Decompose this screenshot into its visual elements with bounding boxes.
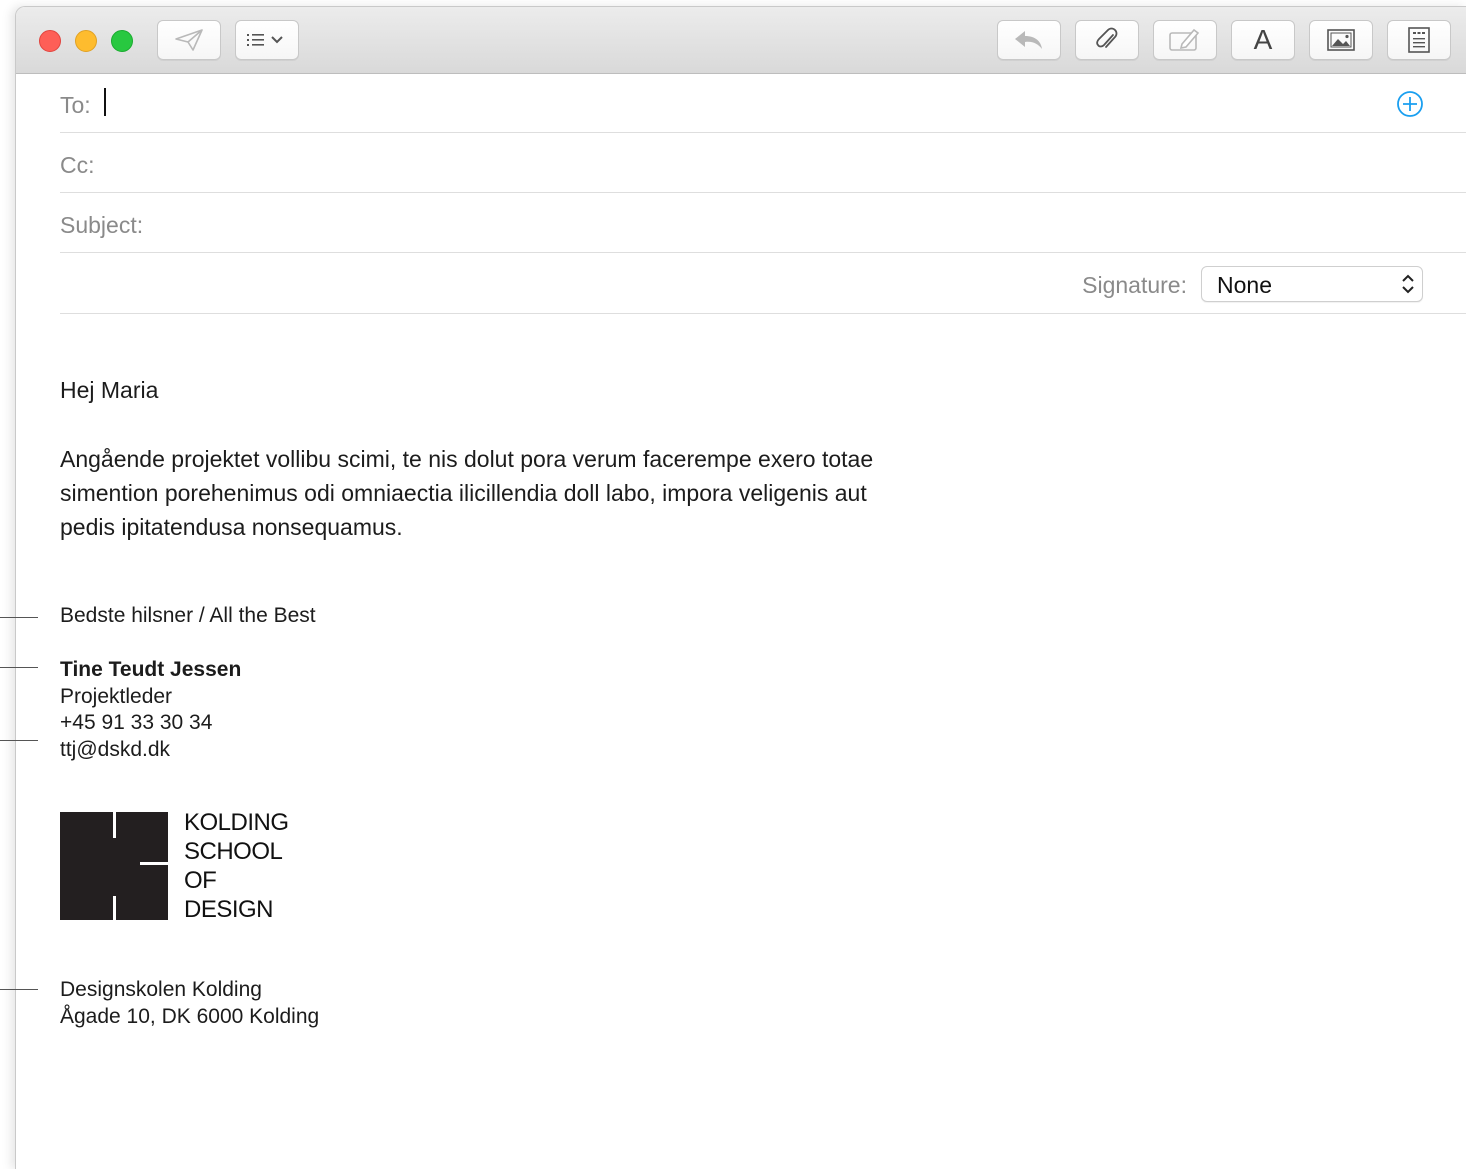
cc-row: Cc:: [60, 134, 1466, 193]
signature-address: Ågade 10, DK 6000 Kolding: [60, 1004, 320, 1028]
maximize-window-button[interactable]: [111, 30, 133, 52]
logo-line: DESIGN: [184, 896, 274, 923]
guide-line: [0, 989, 38, 990]
guide-line: [0, 617, 38, 618]
send-button[interactable]: [157, 20, 221, 60]
to-row: To:: [60, 74, 1466, 133]
compose-window: A To: Cc: Subject: Signature: None Hej M…: [15, 6, 1466, 1169]
reply-arrow-icon: [1015, 31, 1042, 49]
guide-line: [0, 740, 38, 741]
photo-icon: [1327, 29, 1355, 51]
template-icon: [1408, 27, 1430, 53]
updown-chevron-icon: [1402, 274, 1414, 294]
paper-plane-icon: [175, 29, 203, 51]
attach-button[interactable]: [1075, 20, 1139, 60]
font-a-icon: A: [1253, 24, 1273, 55]
cc-label: Cc:: [60, 152, 95, 178]
logo-line: KOLDING: [184, 809, 289, 836]
minimize-window-button[interactable]: [75, 30, 97, 52]
message-paragraph[interactable]: Angående projektet vollibu scimi, te nis…: [60, 442, 920, 544]
fonts-button[interactable]: A: [1231, 20, 1295, 60]
text-caret: [104, 88, 106, 116]
to-input[interactable]: [106, 86, 1390, 122]
paperclip-icon: [1096, 27, 1118, 48]
signature-name: Tine Teudt Jessen: [60, 658, 242, 681]
signature-closing: Bedste hilsner / All the Best: [60, 604, 316, 627]
close-window-button[interactable]: [39, 30, 61, 52]
kolding-logo-mark: [60, 812, 168, 920]
subject-input[interactable]: [160, 206, 1414, 242]
signature-contact-block: Tine Teudt Jessen Projektleder +45 91 33…: [60, 657, 241, 763]
format-list-button[interactable]: [235, 20, 299, 60]
toolbar: A: [16, 7, 1466, 74]
message-greeting[interactable]: Hej Maria: [60, 373, 158, 407]
add-contact-plus-icon[interactable]: [1396, 90, 1424, 118]
signature-org-name: Designskolen Kolding: [60, 978, 262, 1001]
photo-browser-button[interactable]: [1309, 20, 1373, 60]
signature-address-block: Designskolen Kolding Ågade 10, DK 6000 K…: [60, 977, 319, 1030]
list-chevron-icon: [247, 34, 283, 46]
signature-select[interactable]: None: [1201, 266, 1423, 302]
subject-row: Subject:: [60, 194, 1466, 253]
signature-select-value: None: [1217, 272, 1272, 298]
signature-phone: +45 91 33 30 34: [60, 711, 213, 734]
signature-email: ttj@dskd.dk: [60, 737, 171, 761]
logo-line: OF: [184, 867, 217, 894]
cc-input[interactable]: [106, 146, 1410, 182]
signature-label: Signature:: [1082, 272, 1187, 298]
guide-line: [0, 667, 38, 668]
signature-title: Projektleder: [60, 684, 173, 708]
subject-label: Subject:: [60, 212, 144, 238]
logo-line: SCHOOL: [184, 838, 283, 865]
reply-button[interactable]: [997, 20, 1061, 60]
markup-button[interactable]: [1153, 20, 1217, 60]
desktop-background: [0, 0, 16, 1168]
stationery-button[interactable]: [1387, 20, 1451, 60]
kolding-logo-wordmark: KOLDING SCHOOL OF DESIGN: [184, 808, 289, 924]
markup-icon: [1169, 28, 1200, 51]
to-label: To:: [60, 92, 91, 118]
signature-row: Signature: None: [60, 254, 1466, 314]
